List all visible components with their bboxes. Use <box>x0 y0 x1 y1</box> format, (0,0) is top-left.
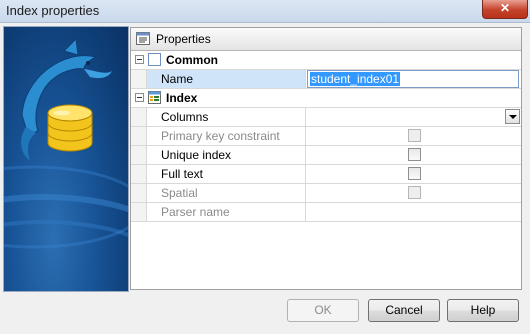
row-gutter <box>131 108 147 126</box>
property-row-name[interactable]: Name student_index01 <box>131 70 521 89</box>
property-value[interactable] <box>306 165 521 183</box>
property-value <box>306 127 521 145</box>
property-label: Full text <box>147 165 306 183</box>
dolphin-logo-panel <box>3 26 129 292</box>
row-gutter <box>131 165 147 183</box>
property-label: Primary key constraint <box>147 127 306 145</box>
index-properties-dialog: Index properties ✕ Properties Common Nam… <box>0 0 530 334</box>
properties-header-label: Properties <box>156 32 211 46</box>
row-gutter <box>131 127 147 145</box>
row-gutter <box>131 146 147 164</box>
window-title: Index properties <box>6 3 100 18</box>
property-label: Columns <box>147 108 306 126</box>
property-value <box>306 184 521 202</box>
row-gutter <box>131 203 147 221</box>
property-row-unique-index[interactable]: Unique index <box>131 146 521 165</box>
name-field[interactable]: student_index01 <box>307 70 519 88</box>
dolphin-database-logo <box>4 37 128 249</box>
collapse-icon[interactable] <box>135 55 144 64</box>
properties-header[interactable]: Properties <box>131 28 521 51</box>
property-row-spatial: Spatial <box>131 184 521 203</box>
category-index[interactable]: Index <box>131 89 521 108</box>
help-button[interactable]: Help <box>447 299 519 322</box>
property-row-columns[interactable]: Columns <box>131 108 521 127</box>
property-row-full-text[interactable]: Full text <box>131 165 521 184</box>
collapse-icon[interactable] <box>135 93 144 102</box>
full-text-checkbox[interactable] <box>408 167 421 180</box>
cancel-button[interactable]: Cancel <box>368 299 440 322</box>
name-field-value[interactable]: student_index01 <box>310 72 401 86</box>
category-label: Common <box>166 53 218 67</box>
close-button[interactable]: ✕ <box>482 0 528 19</box>
property-label: Spatial <box>147 184 306 202</box>
property-row-parser-name: Parser name <box>131 203 521 222</box>
index-icon <box>148 91 161 104</box>
chevron-down-icon[interactable] <box>505 109 520 124</box>
common-icon <box>148 53 161 66</box>
close-icon: ✕ <box>499 1 511 15</box>
property-label: Name <box>147 70 306 88</box>
property-row-primary-key: Primary key constraint <box>131 127 521 146</box>
property-value[interactable]: student_index01 <box>306 70 521 88</box>
spatial-checkbox <box>408 186 421 199</box>
row-gutter <box>131 184 147 202</box>
primary-key-checkbox <box>408 129 421 142</box>
parser-name-field <box>306 203 521 221</box>
columns-dropdown[interactable] <box>306 108 521 126</box>
property-label: Unique index <box>147 146 306 164</box>
category-common[interactable]: Common <box>131 51 521 70</box>
category-label: Index <box>166 91 198 105</box>
property-label: Parser name <box>147 203 306 221</box>
property-value[interactable] <box>306 146 521 164</box>
ok-button[interactable]: OK <box>287 299 359 322</box>
title-bar[interactable]: Index properties ✕ <box>0 0 530 23</box>
properties-grid: Properties Common Name student_index01 I… <box>130 27 522 290</box>
properties-icon <box>136 32 150 45</box>
row-gutter <box>131 70 147 88</box>
unique-index-checkbox[interactable] <box>408 148 421 161</box>
